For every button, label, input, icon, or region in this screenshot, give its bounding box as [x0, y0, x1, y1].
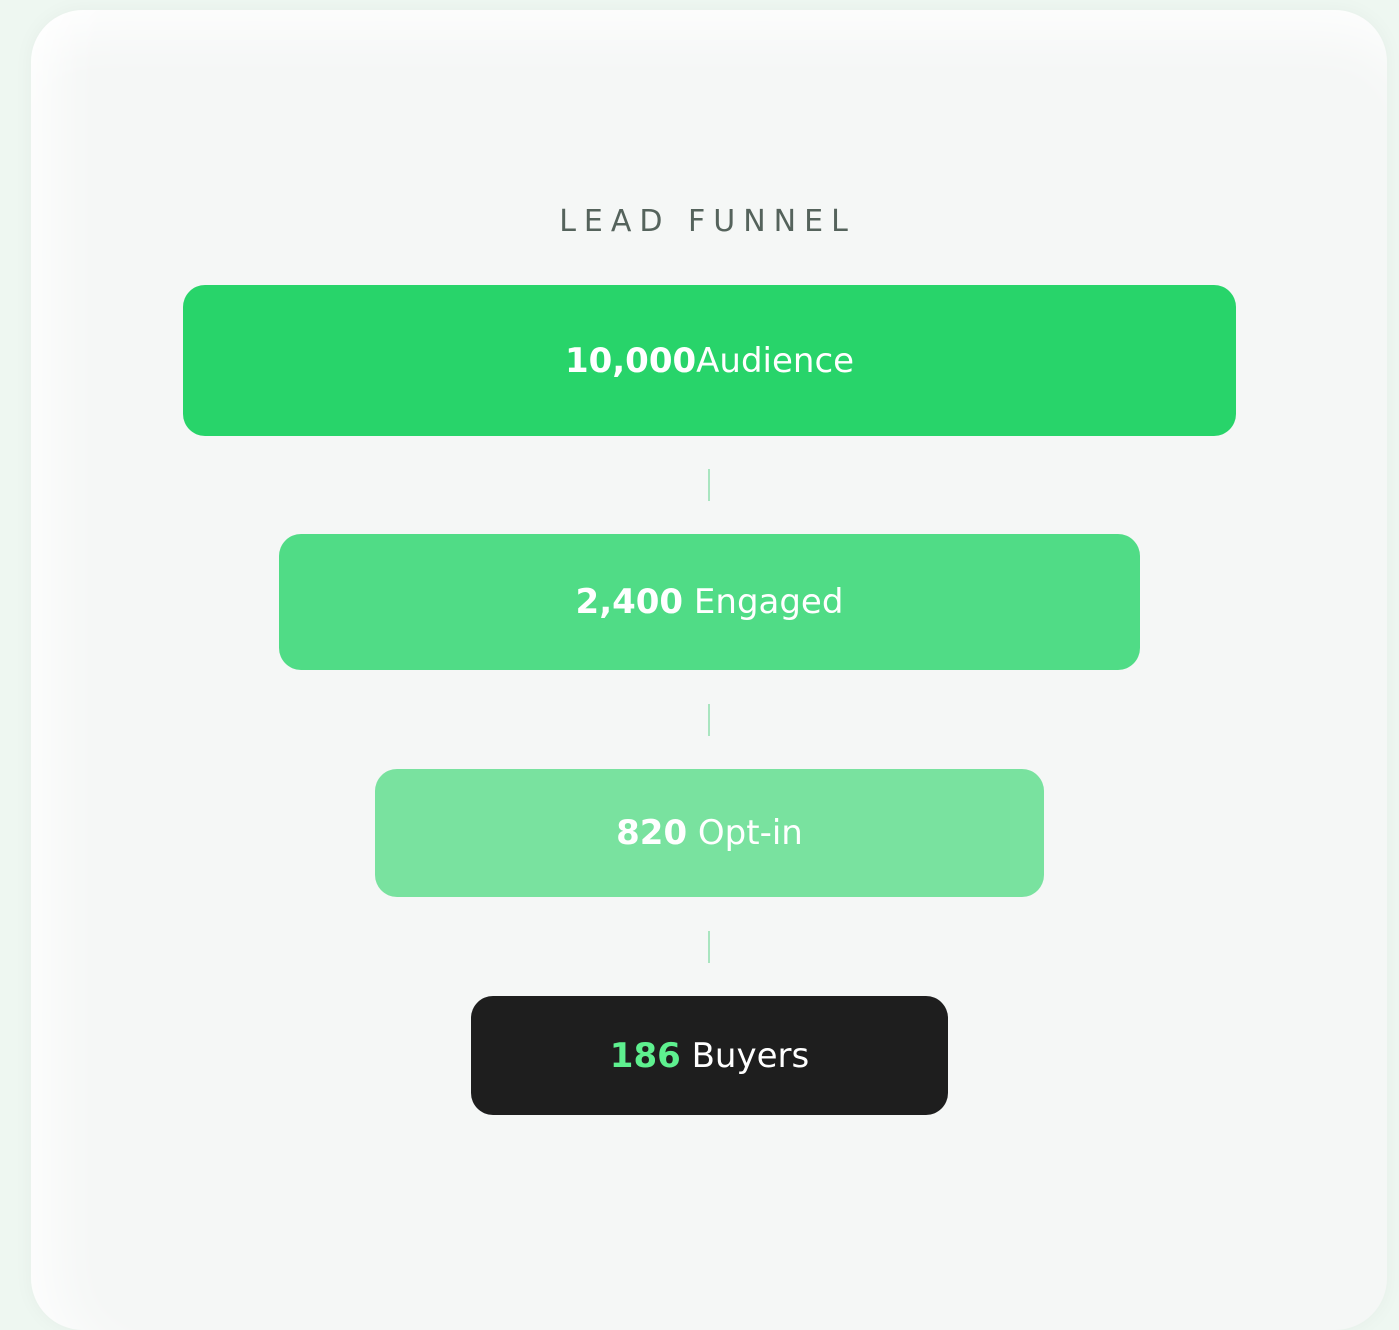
stage-value: 186: [609, 1035, 681, 1076]
stage-label: Buyers: [691, 1035, 810, 1076]
funnel-stage-engaged: 2,400 Engaged: [279, 534, 1140, 670]
stage-label: Audience: [696, 340, 855, 381]
funnel-stage-buyers: 186 Buyers: [471, 996, 948, 1115]
stage-value: 10,000: [564, 340, 697, 381]
stage-label: Opt-in: [697, 813, 803, 853]
funnel-title: LEAD FUNNEL: [559, 204, 856, 239]
stage-value: 2,400: [575, 582, 684, 622]
funnel-connector: [708, 469, 710, 501]
stage-label: Engaged: [693, 582, 844, 622]
funnel-connector: [708, 931, 710, 963]
stage-value: 820: [616, 813, 688, 853]
funnel-stage-opt-in: 820 Opt-in: [375, 769, 1044, 897]
funnel-connector: [708, 704, 710, 736]
funnel-stage-audience: 10,000 Audience: [183, 285, 1236, 436]
